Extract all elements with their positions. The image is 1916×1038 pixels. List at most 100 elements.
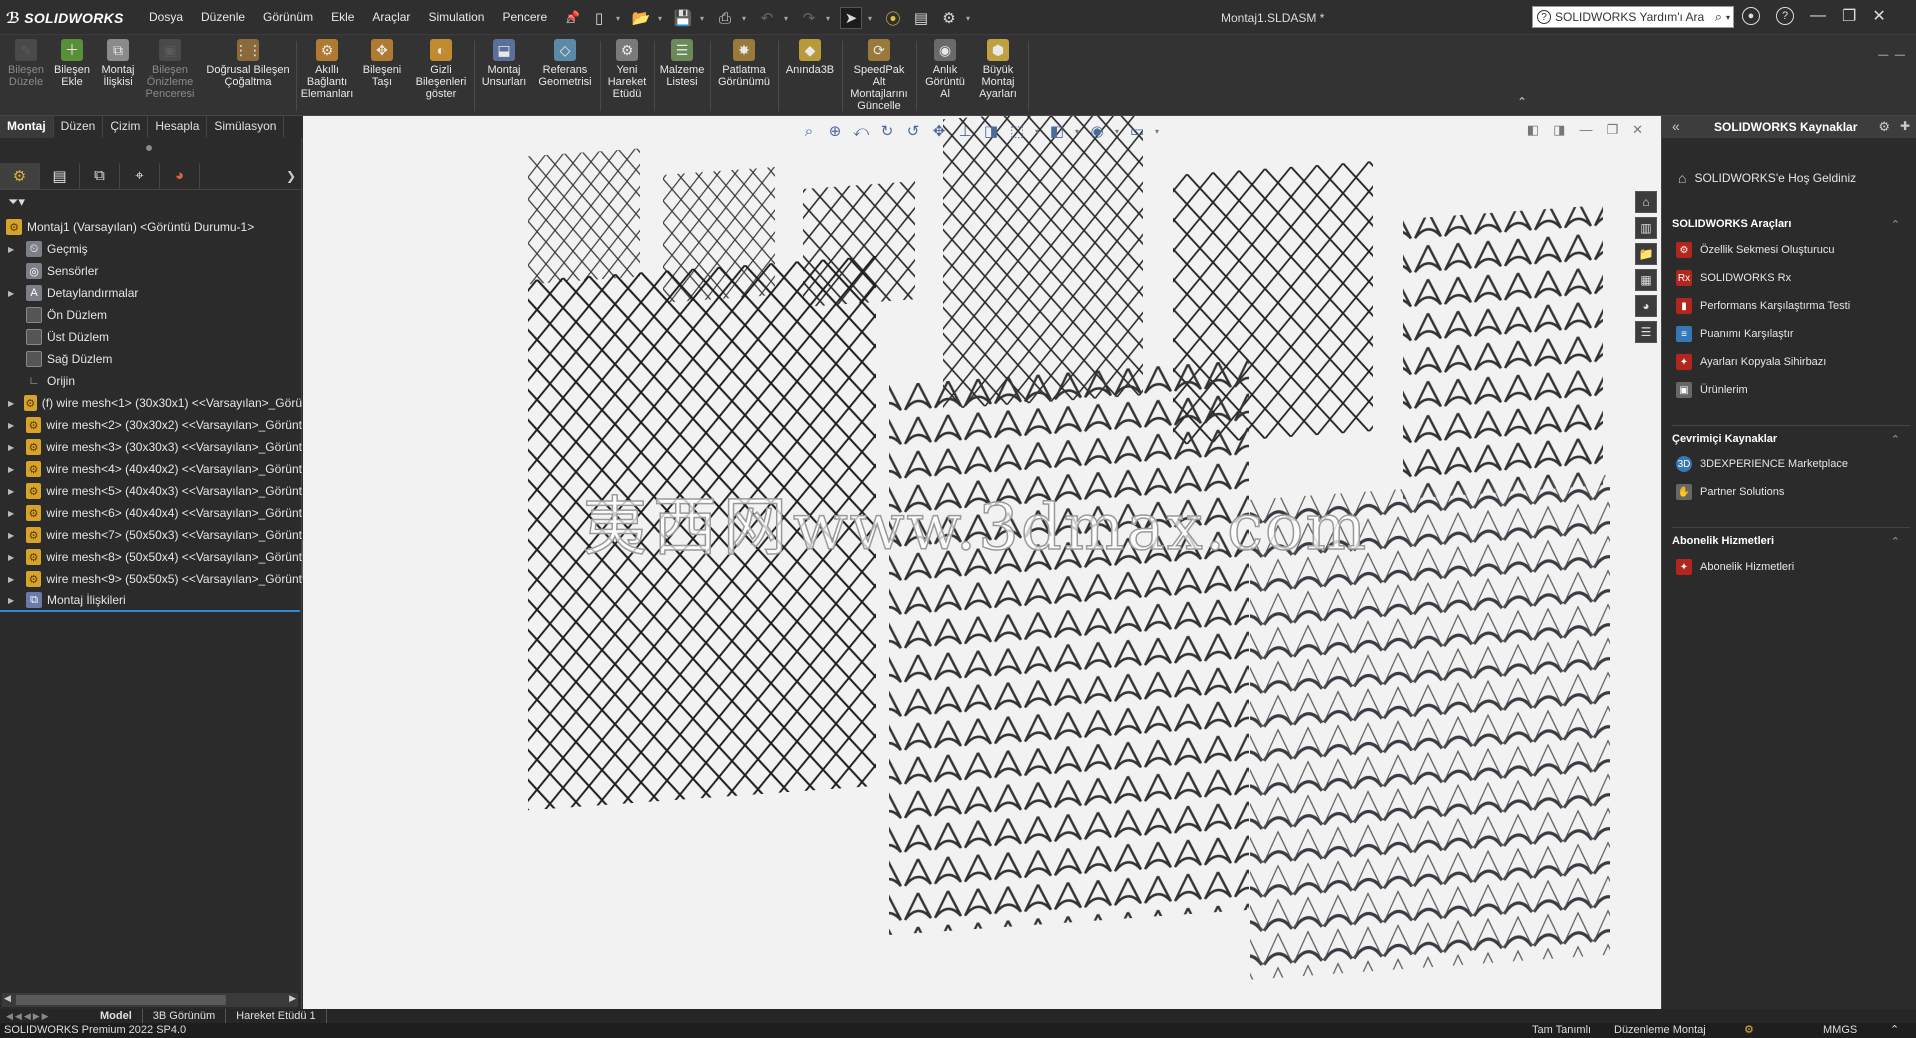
save-dropdown-icon[interactable]: ▾ — [700, 14, 708, 23]
tree-item-origin[interactable]: ∟ Orijin — [0, 370, 302, 392]
wire-mesh-6[interactable] — [1403, 205, 1603, 500]
redo-icon[interactable]: ↷ — [798, 7, 820, 29]
tool-compare-score[interactable]: ≡ Puanımı Karşılaştır — [1676, 326, 1794, 342]
component-preview-button[interactable]: ▣ Bileşen Önizleme Penceresi — [144, 39, 196, 100]
show-hidden-components-button[interactable]: ◐ Gizli Bileşenleri göster — [412, 39, 470, 100]
tree-item-right-plane[interactable]: Sağ Düzlem — [0, 348, 302, 370]
mate-button[interactable]: ⧉ Montaj İlişkisi — [98, 39, 138, 88]
link-subscription-services[interactable]: ✦ Abonelik Hizmetleri — [1676, 559, 1794, 575]
roll-icon[interactable]: ↺ — [903, 122, 923, 140]
tab-navigation-arrows-icon[interactable]: ◀◀◀▶▶ — [0, 1011, 90, 1022]
expand-icon[interactable]: ▶ — [8, 465, 20, 474]
zoom-to-fit-icon[interactable]: ⌕ — [799, 123, 819, 140]
expand-icon[interactable]: ▶ — [8, 399, 18, 408]
expand-icon[interactable]: ▶ — [8, 596, 20, 605]
select-dropdown-icon[interactable]: ▾ — [868, 14, 876, 23]
tool-performance-benchmark[interactable]: ▮ Performans Karşılaştırma Testi — [1676, 298, 1850, 314]
unit-system-selector[interactable]: MMGS — [1823, 1024, 1857, 1036]
section-online-resources[interactable]: Çevrimiçi Kaynaklar ⌃ — [1672, 425, 1910, 446]
tool-solidworks-rx[interactable]: Rx SOLIDWORKS Rx — [1676, 270, 1791, 286]
bill-of-materials-button[interactable]: ☰ Malzeme Listesi — [658, 39, 706, 88]
tab-hesapla[interactable]: Hesapla — [148, 116, 208, 138]
section-solidworks-tools[interactable]: SOLIDWORKS Araçları ⌃ — [1672, 218, 1900, 231]
tree-item-front-plane[interactable]: Ön Düzlem — [0, 304, 302, 326]
assembly-features-button[interactable]: ⬓ Montaj Unsurları — [478, 39, 530, 88]
redo-dropdown-icon[interactable]: ▾ — [826, 14, 834, 23]
options-dropdown-icon[interactable]: ▾ — [966, 14, 974, 23]
close-icon[interactable]: ✕ — [1872, 6, 1885, 26]
view-palette-icon[interactable]: ▦ — [1635, 269, 1657, 291]
tab-montaj[interactable]: Montaj — [0, 116, 54, 138]
dimxpert-tab-icon[interactable]: ⌖ — [120, 162, 160, 189]
viewport-restore-icon[interactable]: ❐ — [1606, 122, 1618, 138]
linear-pattern-button[interactable]: ⋮⋮ Doğrusal Bileşen Çoğaltma — [204, 39, 292, 88]
welcome-link[interactable]: ⌂ SOLIDWORKS'e Hoş Geldiniz — [1678, 170, 1856, 186]
menu-dosya[interactable]: Dosya — [140, 10, 192, 24]
tab-3d-view[interactable]: 3B Görünüm — [143, 1009, 227, 1023]
new-dropdown-icon[interactable]: ▾ — [616, 14, 624, 23]
display-manager-tab-icon[interactable]: ◕ — [160, 162, 200, 189]
tree-item-sensors[interactable]: ◎ Sensörler — [0, 260, 302, 282]
viewport-minimize-icon[interactable]: — — [1579, 122, 1592, 138]
scroll-right-icon[interactable]: ▶ — [289, 993, 296, 1004]
tree-item-wire-mesh-7[interactable]: ▶ ⚙ wire mesh<7> (50x50x3) <<Varsayılan>_G… — [0, 524, 302, 546]
reference-geometry-button[interactable]: ◇ Referans Geometrisi — [534, 39, 596, 88]
zoom-to-area-icon[interactable]: ⊕ — [825, 122, 845, 140]
tree-item-wire-mesh-1[interactable]: ▶ ⚙ (f) wire mesh<1> (30x30x1) <<Varsayıla… — [0, 392, 302, 414]
tree-item-history[interactable]: ▶ ⏲ Geçmiş — [0, 238, 302, 260]
file-explorer-icon[interactable]: 📁 — [1635, 243, 1657, 265]
view-settings-monitor-icon[interactable]: ▭ — [1127, 122, 1147, 140]
open-dropdown-icon[interactable]: ▾ — [658, 14, 666, 23]
tool-property-tab-builder[interactable]: ⚙ Özellik Sekmesi Oluşturucu — [1676, 242, 1835, 258]
tab-motion-study-1[interactable]: Hareket Etüdü 1 — [226, 1009, 327, 1023]
section-subscription-services[interactable]: Abonelik Hizmetleri ⌃ — [1672, 527, 1910, 548]
undo-dropdown-icon[interactable]: ▾ — [784, 14, 792, 23]
user-account-icon[interactable]: ● — [1742, 7, 1760, 25]
expand-icon[interactable]: ▶ — [8, 553, 20, 562]
resources-home-icon[interactable]: ⌂ — [1635, 191, 1657, 213]
insert-component-button[interactable]: ＋ Bileşen Ekle — [52, 39, 92, 88]
tab-simulasyon[interactable]: Simülasyon — [207, 116, 285, 138]
tree-item-mates[interactable]: ▶ ⧉ Montaj İlişkileri — [0, 590, 300, 612]
large-assembly-settings-button[interactable]: ⬢ Büyük Montaj Ayarları — [972, 39, 1024, 100]
tree-item-wire-mesh-5[interactable]: ▶ ⚙ wire mesh<5> (40x40x3) <<Varsayılan>_G… — [0, 480, 302, 502]
take-snapshot-button[interactable]: ◉ Anlık Görüntü Al — [920, 39, 970, 100]
wire-mesh-1[interactable] — [528, 148, 640, 285]
expand-icon[interactable]: ▶ — [8, 509, 20, 518]
configuration-manager-tab-icon[interactable]: ⧉ — [80, 162, 120, 189]
status-options-icon[interactable]: ⌃ — [1890, 1023, 1899, 1036]
collapse-ribbon-icon[interactable]: ⌃ — [1517, 95, 1527, 109]
display-style-icon[interactable]: ◧ — [1047, 122, 1067, 140]
tree-horizontal-scrollbar[interactable]: ◀ ▶ — [2, 993, 298, 1007]
expand-icon[interactable]: ▶ — [8, 245, 20, 254]
tile-left-icon[interactable]: ◧ — [1527, 122, 1539, 138]
solidworks-logo[interactable]: ℬ SOLIDWORKS — [6, 9, 124, 27]
dynamic-annotation-icon[interactable]: ◨ — [981, 122, 1001, 140]
open-folder-icon[interactable]: 📂 — [630, 7, 652, 29]
restore-icon[interactable]: ❐ — [1842, 6, 1856, 26]
tree-item-top-plane[interactable]: Üst Düzlem — [0, 326, 302, 348]
collapse-pane-icon[interactable]: « — [1672, 118, 1680, 134]
custom-properties-icon[interactable]: ☰ — [1635, 321, 1657, 343]
link-partner-solutions[interactable]: ✋ Partner Solutions — [1676, 484, 1784, 500]
print-dropdown-icon[interactable]: ▾ — [742, 14, 750, 23]
save-icon[interactable]: 💾 — [672, 7, 694, 29]
exploded-view-button[interactable]: ✸ Patlatma Görünümü — [714, 39, 774, 88]
tree-item-wire-mesh-3[interactable]: ▶ ⚙ wire mesh<3> (30x30x3) <<Varsayılan>_G… — [0, 436, 302, 458]
select-cursor-icon[interactable]: ➤ — [840, 7, 862, 29]
move-component-button[interactable]: ✥ Bileşeni Taşı — [360, 39, 404, 88]
wire-mesh-8[interactable] — [889, 359, 1249, 936]
instant3d-button[interactable]: ◆ Anında3B — [782, 39, 838, 76]
help-icon[interactable]: ? — [1776, 7, 1794, 25]
tree-item-wire-mesh-4[interactable]: ▶ ⚙ wire mesh<4> (40x40x2) <<Varsayılan>_G… — [0, 458, 302, 480]
graphics-viewport[interactable]: 夷西网www.3dmax.com ⌕ ⊕ ⤺ ↻ ↺ ✥ ⊥ ◨ ⬚ ▾ ◧ ▾ ◉… — [303, 116, 1661, 1009]
edit-component-button[interactable]: ✎ Bileşen Düzele — [6, 39, 46, 88]
expand-icon[interactable]: ▶ — [8, 289, 20, 298]
appearances-icon[interactable]: ◕ — [1635, 295, 1657, 317]
expand-icon[interactable]: ▶ — [8, 487, 20, 496]
menu-duzenle[interactable]: Düzenle — [192, 10, 254, 24]
collapse-section-icon[interactable]: ⌃ — [1891, 433, 1900, 446]
tab-model[interactable]: Model — [90, 1009, 143, 1023]
ribbon-options-icon[interactable]: ⚊ ⚊ — [1877, 43, 1906, 60]
view-orientation-icon[interactable]: ⬚ — [1007, 122, 1027, 140]
